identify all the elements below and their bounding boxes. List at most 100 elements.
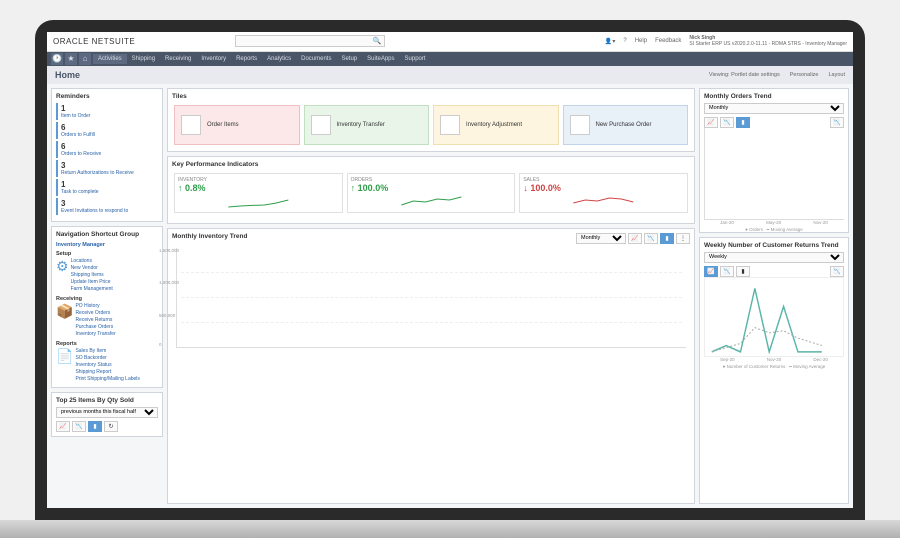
shortcut-link[interactable]: Inventory Transfer: [75, 331, 115, 338]
nav-receiving[interactable]: Receiving: [160, 54, 196, 64]
kpi-title: Key Performance Indicators: [172, 161, 690, 168]
shortcut-link[interactable]: Shipping Items: [71, 272, 113, 279]
chart-refresh-btn[interactable]: ↻: [104, 421, 118, 432]
inv-period-select[interactable]: Monthly: [576, 233, 626, 244]
user-icon[interactable]: 👤▾: [605, 38, 615, 45]
nav-shipping[interactable]: Shipping: [127, 54, 160, 64]
shortcut-link[interactable]: Farm Management: [71, 286, 113, 293]
search-input[interactable]: 🔍: [235, 35, 385, 47]
shortcut-link[interactable]: Receive Orders: [75, 310, 115, 317]
inv-trend-chart: 1,500,000 1,000,000 500,000 0: [172, 244, 690, 374]
tile-inventory-transfer[interactable]: Inventory Transfer: [304, 105, 430, 145]
nav-support[interactable]: Support: [400, 54, 431, 64]
tile-order-items[interactable]: Order Items: [174, 105, 300, 145]
ret-area-btn[interactable]: 📉: [720, 266, 734, 277]
help-link[interactable]: Help: [635, 38, 647, 44]
shortcut-link[interactable]: PO History: [75, 303, 115, 310]
nav-analytics[interactable]: Analytics: [262, 54, 296, 64]
setup-header: Setup: [56, 251, 158, 257]
viewing-link[interactable]: Viewing: Portlet date settings: [709, 72, 780, 78]
returns-period-select[interactable]: Weekly: [704, 252, 844, 263]
top25-period-select[interactable]: previous months this fiscal half: [56, 407, 158, 418]
reminder-item[interactable]: 1Item to Order: [56, 103, 158, 120]
shortcut-link[interactable]: Receive Returns: [75, 317, 115, 324]
shortcut-link[interactable]: Sales By Item: [75, 348, 139, 355]
gear-icon: ⚙: [56, 258, 69, 293]
chart-area-btn[interactable]: 📉: [72, 421, 86, 432]
nav-setup[interactable]: Setup: [336, 54, 362, 64]
tile-inventory-adjustment[interactable]: Inventory Adjustment: [433, 105, 559, 145]
role-link[interactable]: Inventory Manager: [56, 242, 105, 248]
shortcut-link[interactable]: Print Shipping/Mailing Labels: [75, 376, 139, 383]
ret-line-btn[interactable]: 📈: [704, 266, 718, 277]
content: Reminders 1Item to Order 6Orders to Fulfi…: [47, 84, 853, 508]
reminder-item[interactable]: 6Orders to Fulfill: [56, 122, 158, 139]
ret-trend-btn[interactable]: 📉: [830, 266, 844, 277]
page-title: Home: [55, 70, 80, 80]
nav-home-icon[interactable]: ⌂: [79, 53, 91, 65]
reminders-title: Reminders: [56, 93, 158, 100]
nav-inventory[interactable]: Inventory: [196, 54, 231, 64]
tile-new-purchase-order[interactable]: New Purchase Order: [563, 105, 689, 145]
nav-documents[interactable]: Documents: [296, 54, 336, 64]
page-bar: Home Viewing: Portlet date settings Pers…: [47, 66, 853, 84]
receiving-header: Receiving: [56, 296, 158, 302]
nav-activities[interactable]: Activities: [93, 54, 127, 64]
ord-trend-btn[interactable]: 📉: [830, 117, 844, 128]
kpi-portlet: Key Performance Indicators Inventory↑ 0.…: [167, 156, 695, 224]
inv-bar-btn[interactable]: ▮: [660, 233, 674, 244]
shortcut-link[interactable]: Purchase Orders: [75, 324, 115, 331]
reminder-item[interactable]: 3Event Invitations to respond to: [56, 198, 158, 215]
returns-chart: [704, 277, 844, 357]
user-block[interactable]: Nick Singh SI Starter ERP US v2020.2.0-1…: [689, 35, 847, 47]
chart-bar-btn[interactable]: ▮: [88, 421, 102, 432]
laptop-frame: ORACLE NETSUITE 🔍 👤▾ ? Help Feedback Nic…: [35, 20, 865, 520]
reminder-item[interactable]: 6Orders to Receive: [56, 141, 158, 158]
screen: ORACLE NETSUITE 🔍 👤▾ ? Help Feedback Nic…: [47, 32, 853, 508]
shortcut-link[interactable]: New Vendor: [71, 265, 113, 272]
nav-suiteapps[interactable]: SuiteApps: [362, 54, 399, 64]
shortcut-link[interactable]: SO Backorder: [75, 355, 139, 362]
feedback-link[interactable]: Feedback: [655, 38, 681, 44]
top-right: 👤▾ ? Help Feedback Nick Singh SI Starter…: [605, 35, 847, 47]
inv-opt-btn[interactable]: ⋮: [676, 233, 690, 244]
orders-trend-portlet: Monthly Orders Trend Monthly 📈 📉 ▮ 📉 Jan…: [699, 88, 849, 233]
orders-chart: Jan-20May-20Nov-20 ● Orders ━ Moving Ave…: [704, 128, 844, 228]
layout-link[interactable]: Layout: [828, 72, 845, 78]
ord-area-btn[interactable]: 📉: [720, 117, 734, 128]
ret-bar-btn[interactable]: ▮: [736, 266, 750, 277]
reminder-item[interactable]: 3Return Authorizations to Receive: [56, 160, 158, 177]
help-icon[interactable]: ?: [623, 38, 626, 44]
report-icon: 📄: [56, 348, 73, 383]
nav-star-icon[interactable]: ★: [65, 53, 77, 65]
shortcut-link[interactable]: Locations: [71, 258, 113, 265]
reports-header: Reports: [56, 341, 158, 347]
shortcuts-title: Navigation Shortcut Group: [56, 231, 158, 238]
orders-period-select[interactable]: Monthly: [704, 103, 844, 114]
shortcut-link[interactable]: Update Item Price: [71, 279, 113, 286]
inv-trend-title: Monthly Inventory Trend: [172, 233, 247, 240]
shortcuts-portlet: Navigation Shortcut Group Inventory Mana…: [51, 226, 163, 388]
top25-title: Top 25 Items By Qty Sold: [56, 397, 158, 404]
top25-portlet: Top 25 Items By Qty Sold previous months…: [51, 392, 163, 437]
reminder-item[interactable]: 1Task to complete: [56, 179, 158, 196]
shortcut-link[interactable]: Inventory Status: [75, 362, 139, 369]
user-role: SI Starter ERP US v2020.2.0-11.11 - RDMA…: [689, 41, 847, 47]
nav-clock-icon[interactable]: 🕐: [51, 53, 63, 65]
returns-trend-portlet: Weekly Number of Customer Returns Trend …: [699, 237, 849, 504]
personalize-link[interactable]: Personalize: [790, 72, 819, 78]
inv-area-btn[interactable]: 📉: [644, 233, 658, 244]
chart-line-btn[interactable]: 📈: [56, 421, 70, 432]
inv-trend-portlet: Monthly Inventory Trend Monthly 📈 📉 ▮ ⋮ …: [167, 228, 695, 504]
receive-icon: 📦: [56, 303, 73, 338]
tiles-portlet: Tiles Order ItemsInventory TransferInven…: [167, 88, 695, 152]
ord-bar-btn[interactable]: ▮: [736, 117, 750, 128]
top-bar: ORACLE NETSUITE 🔍 👤▾ ? Help Feedback Nic…: [47, 32, 853, 52]
kpi-card: Orders↑ 100.0%: [347, 173, 516, 213]
inv-line-btn[interactable]: 📈: [628, 233, 642, 244]
orders-trend-title: Monthly Orders Trend: [704, 93, 844, 100]
nav-reports[interactable]: Reports: [231, 54, 262, 64]
shortcut-link[interactable]: Shipping Report: [75, 369, 139, 376]
ord-line-btn[interactable]: 📈: [704, 117, 718, 128]
tiles-title: Tiles: [172, 93, 690, 100]
